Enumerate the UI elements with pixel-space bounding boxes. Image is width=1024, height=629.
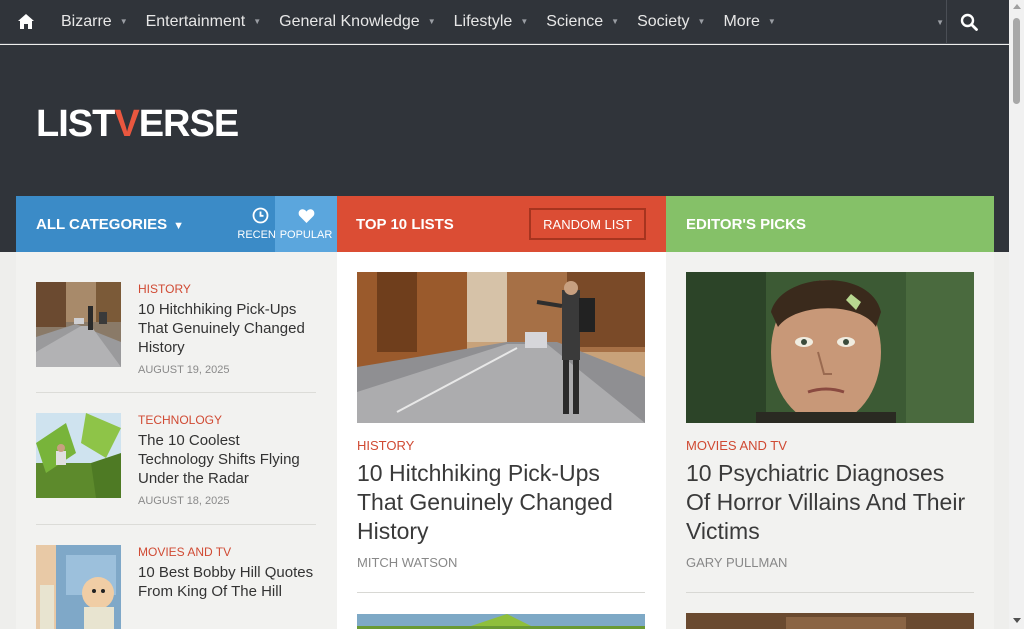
scroll-up-arrow[interactable] [1013, 4, 1021, 9]
divider [357, 592, 645, 593]
page-scrollbar[interactable] [1009, 0, 1024, 629]
recent-list-column: HISTORY 10 Hitchhiking Pick-Ups That Gen… [16, 252, 337, 629]
chevron-down-icon: ▼ [520, 17, 529, 26]
nav-label: More [723, 12, 760, 30]
all-categories-bar: ALL CATEGORIES ▼ RECENT [16, 196, 291, 252]
scroll-down-arrow[interactable] [1013, 618, 1021, 623]
top-10-lists-heading[interactable]: TOP 10 LISTS [356, 216, 454, 233]
chevron-down-icon: ▼ [119, 17, 128, 26]
article-thumbnail[interactable] [36, 282, 121, 367]
logo-text-list: LIST [36, 103, 115, 145]
article-title[interactable]: 10 Psychiatric Diagnoses Of Horror Villa… [686, 459, 974, 546]
editors-picks-heading[interactable]: EDITOR'S PICKS [686, 216, 806, 233]
article-thumbnail[interactable] [36, 413, 121, 498]
featured-article[interactable]: HISTORY 10 Hitchhiking Pick-Ups That Gen… [357, 272, 645, 570]
chevron-down-icon: ▼ [697, 17, 706, 26]
heart-icon [298, 208, 314, 223]
nav-item-more[interactable]: More ▼ [714, 0, 784, 44]
article-thumbnail[interactable] [36, 545, 121, 629]
list-item[interactable]: HISTORY 10 Hitchhiking Pick-Ups That Gen… [36, 282, 316, 382]
nav-divider [946, 0, 947, 44]
nav-label: Bizarre [61, 12, 112, 30]
nav-label: Entertainment [145, 12, 246, 30]
top-10-column: HISTORY 10 Hitchhiking Pick-Ups That Gen… [337, 252, 666, 629]
home-icon [18, 14, 34, 29]
article-author[interactable]: MITCH WATSON [357, 555, 645, 570]
clock-icon [252, 207, 268, 224]
nav-item-entertainment[interactable]: Entertainment ▼ [137, 0, 271, 44]
nav-item-bizarre[interactable]: Bizarre ▼ [52, 0, 137, 44]
article-date: AUGUST 19, 2025 [138, 364, 230, 376]
editors-picks-column: MOVIES AND TV 10 Psychiatric Diagnoses O… [666, 252, 994, 629]
nav-label: General Knowledge [279, 12, 420, 30]
article-category[interactable]: HISTORY [357, 438, 645, 453]
search-button[interactable] [951, 0, 987, 44]
tab-popular[interactable]: POPULAR [275, 196, 337, 252]
chevron-down-icon: ▼ [253, 17, 262, 26]
article-category[interactable]: MOVIES AND TV [686, 438, 974, 453]
nav-label: Society [637, 12, 690, 30]
nav-label: Lifestyle [453, 12, 513, 30]
nav-overflow-dropdown[interactable]: ▼ [936, 0, 944, 44]
article-author[interactable]: GARY PULLMAN [686, 555, 974, 570]
featured-article[interactable]: MOVIES AND TV 10 Psychiatric Diagnoses O… [686, 272, 974, 570]
featured-image[interactable] [686, 272, 974, 423]
article-title[interactable]: The 10 Coolest Technology Shifts Flying … [138, 431, 318, 488]
random-list-button[interactable]: RANDOM LIST [529, 208, 646, 240]
article-category[interactable]: TECHNOLOGY [138, 413, 318, 427]
article-category[interactable]: MOVIES AND TV [138, 545, 318, 559]
chevron-down-icon: ▼ [936, 17, 944, 27]
site-logo[interactable]: LISTVERSE [36, 103, 239, 146]
nav-item-science[interactable]: Science ▼ [537, 0, 628, 44]
next-article-thumbnail[interactable] [686, 613, 974, 629]
nav-item-lifestyle[interactable]: Lifestyle ▼ [445, 0, 538, 44]
chevron-down-icon: ▼ [427, 17, 436, 26]
top-10-lists-bar: TOP 10 LISTS RANDOM LIST [337, 196, 666, 252]
article-date: AUGUST 18, 2025 [138, 495, 230, 507]
article-title[interactable]: 10 Hitchhiking Pick-Ups That Genuinely C… [138, 300, 318, 357]
divider [686, 592, 974, 593]
nav-label: Science [546, 12, 604, 30]
logo-text-erse: ERSE [138, 103, 239, 145]
divider [36, 392, 316, 393]
chevron-down-icon: ▼ [611, 17, 620, 26]
tab-popular-label: POPULAR [279, 228, 333, 241]
editors-picks-bar: EDITOR'S PICKS [666, 196, 994, 252]
list-item[interactable]: MOVIES AND TV 10 Best Bobby Hill Quotes … [36, 545, 316, 629]
top-navigation: Bizarre ▼ Entertainment ▼ General Knowledg… [0, 0, 1009, 44]
article-title[interactable]: 10 Best Bobby Hill Quotes From King Of T… [138, 563, 318, 601]
logo-text-v: V [114, 103, 139, 145]
all-categories-label: ALL CATEGORIES [36, 215, 168, 233]
search-icon [960, 13, 978, 31]
scrollbar-thumb[interactable] [1013, 18, 1020, 104]
home-button[interactable] [0, 0, 52, 44]
all-categories-dropdown[interactable]: ALL CATEGORIES ▼ [36, 216, 184, 233]
divider [36, 524, 316, 525]
nav-item-general-knowledge[interactable]: General Knowledge ▼ [270, 0, 444, 44]
article-title[interactable]: 10 Hitchhiking Pick-Ups That Genuinely C… [357, 459, 645, 546]
article-category[interactable]: HISTORY [138, 282, 318, 296]
chevron-down-icon: ▼ [767, 17, 776, 26]
next-article-thumbnail[interactable] [357, 614, 645, 629]
caret-down-icon: ▼ [173, 219, 185, 232]
nav-item-society[interactable]: Society ▼ [628, 0, 714, 44]
list-item[interactable]: TECHNOLOGY The 10 Coolest Technology Shi… [36, 413, 316, 513]
featured-image[interactable] [357, 272, 645, 423]
